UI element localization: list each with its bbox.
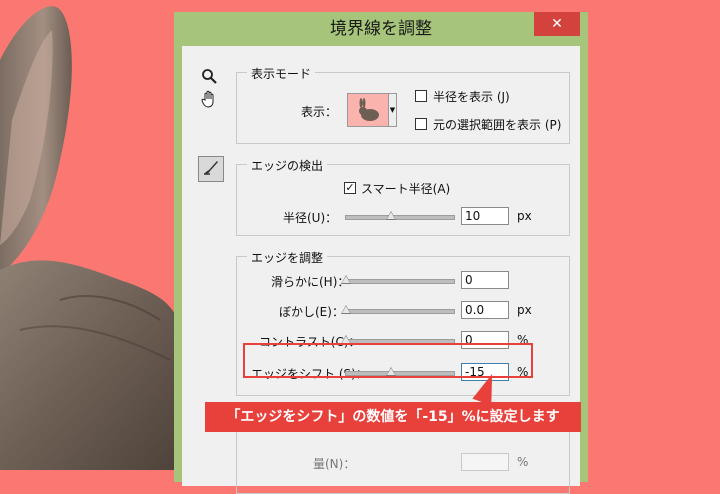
feather-label: ぼかし(E)： bbox=[279, 305, 344, 319]
radius-slider-thumb[interactable] bbox=[386, 211, 397, 220]
radius-label: 半径(U)： bbox=[283, 211, 338, 225]
view-mode-legend: 表示モード bbox=[247, 65, 316, 82]
radius-slider[interactable] bbox=[345, 211, 455, 220]
instruction-callout: 「エッジをシフト」の数値を「-15」%に設定します bbox=[205, 402, 581, 432]
chevron-down-icon[interactable]: ▼ bbox=[389, 93, 397, 127]
smooth-slider[interactable] bbox=[341, 275, 455, 284]
rabbit-photo bbox=[0, 6, 178, 470]
amount-label: 量(N)： bbox=[313, 457, 356, 471]
feather-unit: px bbox=[517, 303, 532, 317]
radius-input[interactable]: 10 bbox=[461, 207, 509, 225]
dialog-title: 境界線を調整 bbox=[330, 19, 432, 39]
hand-icon[interactable] bbox=[198, 90, 220, 112]
search-icon[interactable] bbox=[198, 68, 220, 90]
show-radius-label: 半径を表示 (J) bbox=[433, 90, 510, 104]
edge-detection-group: エッジの検出 ✓ スマート半径(A) 半径(U)： 10 px bbox=[236, 157, 570, 236]
view-mode-group: 表示モード 表示： ▼ 半径を表示 (J) 元の選択範囲を表示 (P) bbox=[236, 65, 570, 144]
feather-slider-thumb[interactable] bbox=[341, 305, 351, 314]
adjust-edge-legend: エッジを調整 bbox=[247, 249, 328, 266]
smart-radius-label: スマート半径(A) bbox=[361, 182, 451, 196]
amount-unit: % bbox=[517, 455, 529, 469]
view-label: 表示： bbox=[301, 105, 338, 119]
view-thumbnail[interactable] bbox=[347, 93, 389, 127]
smart-radius-checkbox[interactable]: ✓ bbox=[344, 182, 356, 194]
smooth-label: 滑らかに(H)： bbox=[271, 275, 350, 289]
edge-detection-legend: エッジの検出 bbox=[247, 157, 328, 174]
radius-unit: px bbox=[517, 209, 532, 223]
smooth-input[interactable]: 0 bbox=[461, 271, 509, 289]
amount-input[interactable] bbox=[461, 453, 509, 471]
show-original-label: 元の選択範囲を表示 (P) bbox=[433, 118, 562, 132]
show-original-checkbox[interactable] bbox=[415, 118, 427, 130]
close-button[interactable]: ✕ bbox=[534, 12, 580, 36]
show-radius-checkbox[interactable] bbox=[415, 90, 427, 102]
feather-input[interactable]: 0.0 bbox=[461, 301, 509, 319]
brush-icon[interactable] bbox=[198, 156, 224, 182]
feather-slider[interactable] bbox=[341, 305, 455, 314]
smooth-slider-thumb[interactable] bbox=[341, 275, 351, 284]
